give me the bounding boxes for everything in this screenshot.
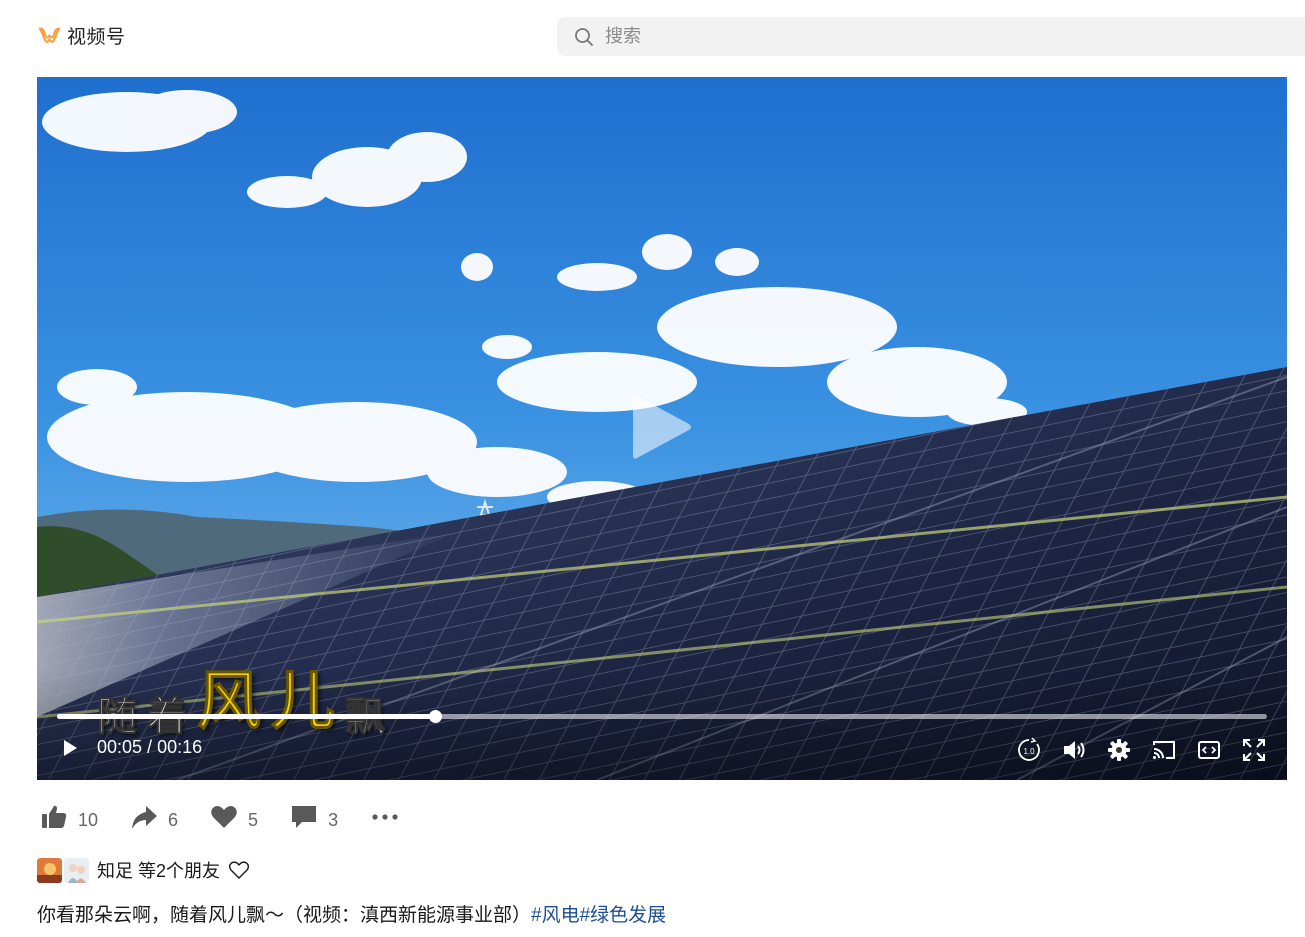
share-button[interactable]: 6 — [130, 803, 178, 831]
like-count: 10 — [78, 809, 99, 830]
channels-logo-icon — [38, 27, 61, 43]
search-input[interactable] — [605, 26, 1205, 47]
caption-word: 儿 — [271, 664, 336, 740]
caption-word: 随 — [97, 693, 138, 741]
share-count: 6 — [168, 809, 179, 830]
share-arrow-icon — [132, 806, 158, 829]
cast-button[interactable] — [1151, 737, 1177, 763]
friends-liked-text: 知足 等2个朋友 — [97, 861, 221, 881]
play-icon[interactable] — [61, 738, 79, 758]
controls-right: 1.0 — [1016, 737, 1267, 763]
search-bar[interactable] — [557, 17, 1305, 56]
cast-icon — [1153, 741, 1175, 759]
brand[interactable]: 视频号 — [38, 22, 126, 49]
playback-speed-button[interactable]: 1.0 — [1016, 737, 1042, 763]
heart-icon — [211, 806, 237, 828]
description-text: 你看那朵云啊，随着风儿飘～（视频：滇西新能源事业部） — [37, 905, 532, 926]
time-separator: / — [147, 737, 153, 757]
volume-button[interactable] — [1061, 737, 1087, 763]
volume-icon — [1064, 741, 1085, 759]
avatar — [64, 857, 89, 883]
video-player[interactable]: 随 着 风 儿 飘 00:05 / 00:16 1.0 — [37, 77, 1287, 780]
progress-bar[interactable] — [57, 710, 1267, 723]
brand-name: 视频号 — [67, 27, 126, 48]
like-button[interactable]: 10 — [40, 803, 98, 831]
speed-label: 1.0 — [1023, 747, 1035, 756]
comment-icon — [292, 806, 317, 828]
comment-button[interactable]: 3 — [290, 803, 338, 831]
embed-button[interactable] — [1196, 737, 1222, 763]
search-icon — [575, 27, 593, 46]
heart-outline-icon — [228, 861, 250, 879]
action-bar: 10 6 5 3 — [40, 803, 400, 831]
playback-speed-icon: 1.0 — [1018, 737, 1040, 761]
video-caption: 随 着 风 儿 飘 — [97, 662, 386, 742]
avatar — [37, 857, 62, 883]
hashtag-link[interactable]: #风电 — [531, 905, 580, 926]
progress-fill — [57, 714, 436, 719]
favorite-count: 5 — [248, 809, 259, 830]
caption-word: 着 — [147, 693, 188, 741]
duration: 00:16 — [157, 737, 203, 757]
current-time: 00:05 — [97, 737, 143, 757]
settings-button[interactable] — [1106, 737, 1132, 763]
embed-code-icon — [1198, 741, 1220, 759]
caption-word: 飘 — [345, 693, 386, 741]
caption-word: 风 — [197, 664, 262, 740]
gear-icon — [1108, 739, 1130, 761]
center-play-icon[interactable] — [631, 392, 693, 462]
friend-avatars — [37, 857, 89, 883]
controls-left: 00:05 / 00:16 — [61, 737, 202, 758]
fullscreen-button[interactable] — [1241, 737, 1267, 763]
thumbs-up-icon — [42, 805, 67, 828]
top-bar: 视频号 — [0, 0, 1305, 74]
more-icon[interactable] — [370, 803, 400, 831]
friends-liked[interactable]: 知足 等2个朋友 — [37, 857, 250, 883]
hashtag-link[interactable]: #绿色发展 — [580, 905, 667, 926]
comment-count: 3 — [328, 809, 339, 830]
time-display: 00:05 / 00:16 — [97, 737, 202, 758]
fullscreen-icon — [1243, 739, 1265, 761]
video-description: 你看那朵云啊，随着风儿飘～（视频：滇西新能源事业部）#风电#绿色发展 — [37, 900, 666, 927]
favorite-button[interactable]: 5 — [210, 803, 258, 831]
